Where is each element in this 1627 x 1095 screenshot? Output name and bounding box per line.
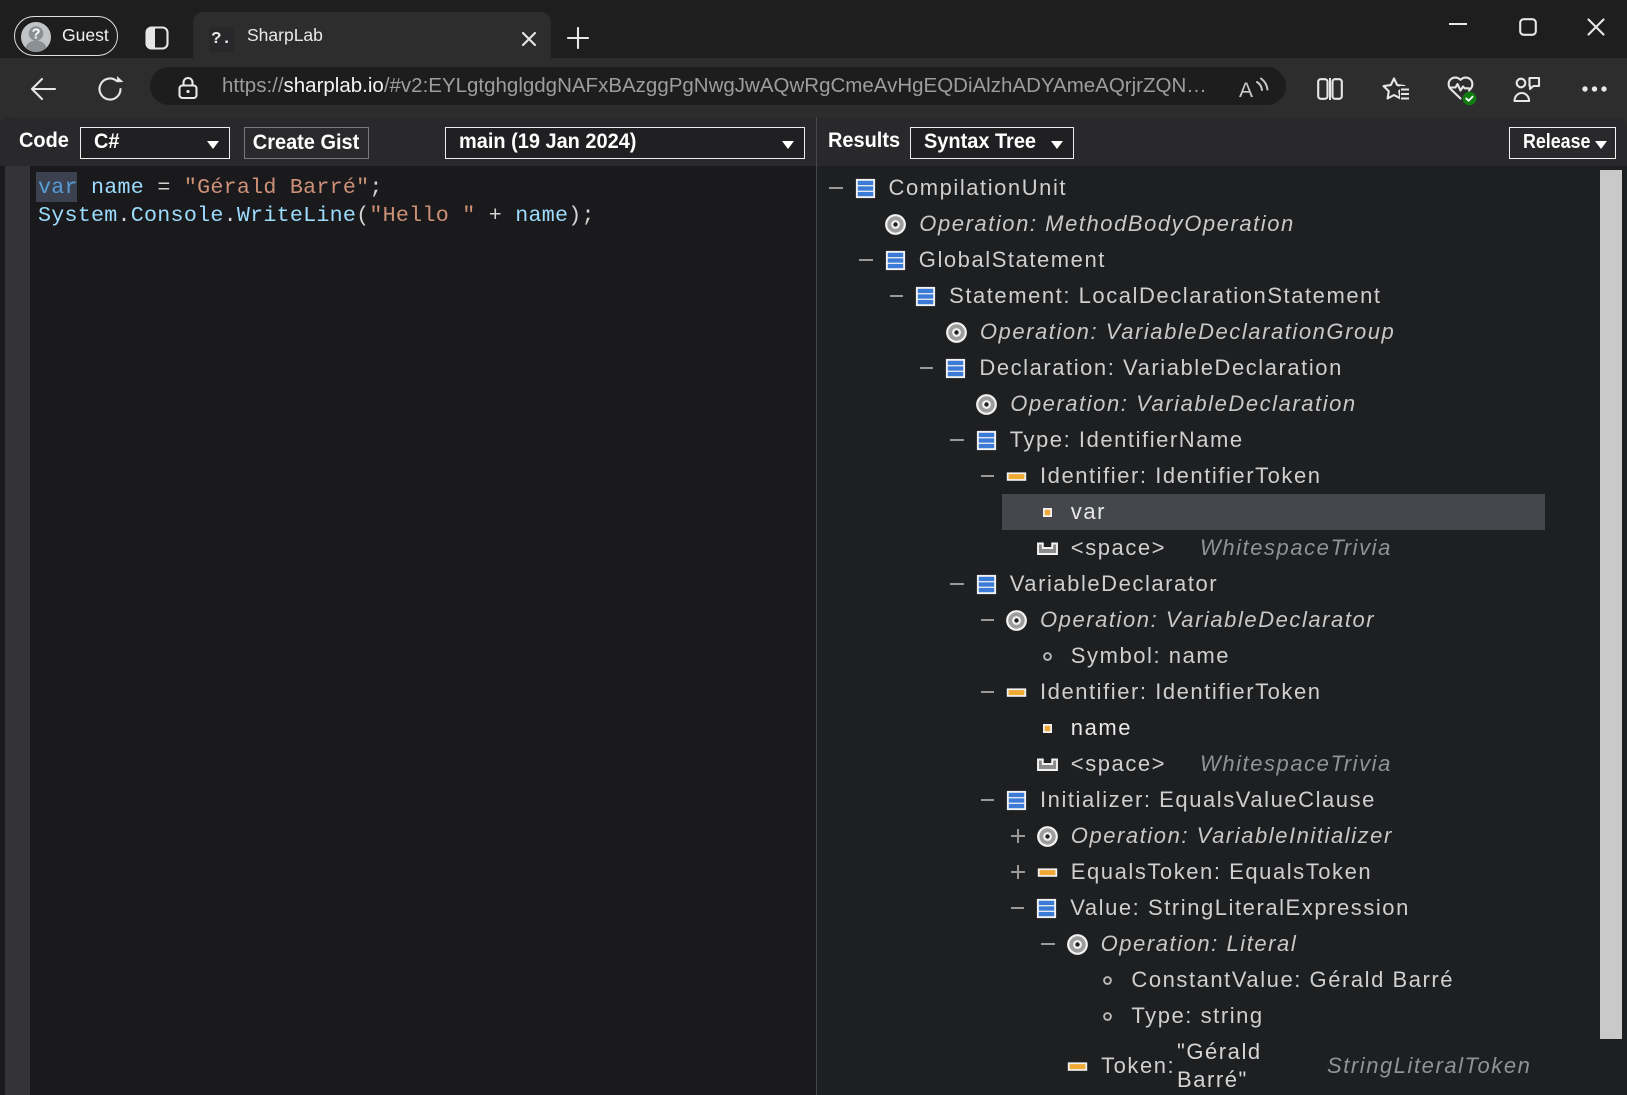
svg-text:A: A — [1239, 79, 1253, 102]
svg-text:?: ? — [32, 27, 41, 43]
